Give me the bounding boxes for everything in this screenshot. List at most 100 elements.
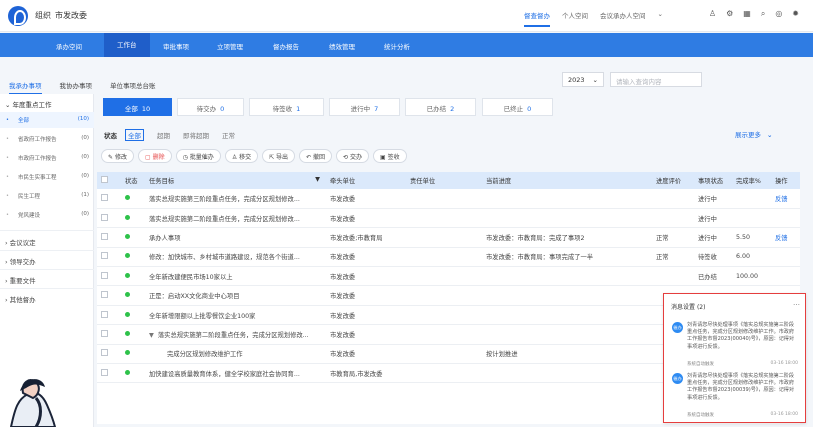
sidebar-section-title[interactable]: ⌄ 年度重点工作 (5, 99, 52, 109)
nav-statistics[interactable]: 统计分析 (384, 41, 410, 51)
task-goal[interactable]: 全年新改建便民市场10家以上 (145, 266, 326, 287)
tab-my-undertaking[interactable]: 我承办事项 (9, 80, 42, 95)
search-input[interactable]: 请输入查询内容 (610, 72, 702, 87)
filter-overdue[interactable]: 超期 (157, 130, 170, 141)
chevron-down-icon[interactable]: ⌄ (658, 10, 663, 27)
sidebar-group-documents[interactable]: › 重要文件 (5, 275, 36, 285)
search-icon[interactable]: ⌕ (761, 9, 765, 19)
export-button[interactable]: ⇱ 导出 (262, 149, 296, 163)
batch-urge-button[interactable]: ◷ 批量催办 (175, 149, 221, 163)
task-goal[interactable]: ▼ 落实总规实施第二阶段重点任务，完成分区规划修改... (145, 324, 326, 345)
sign-button[interactable]: ▣ 签收 (373, 149, 407, 163)
row-checkbox[interactable] (101, 193, 108, 201)
row-checkbox[interactable] (101, 213, 108, 221)
feedback-link[interactable] (771, 247, 800, 268)
top-link-personal-space[interactable]: 个人空间 (562, 10, 588, 27)
filter-all[interactable]: 全部 (125, 129, 144, 141)
nav-performance[interactable]: 绩效管理 (329, 41, 355, 51)
task-goal[interactable]: 加快建设高质量教育体系，健全学校家庭社会协同育... (145, 363, 326, 384)
top-link-meeting-space[interactable]: 会议承办人空间 (600, 10, 646, 27)
nav-project-management[interactable]: 立项管理 (217, 41, 243, 51)
sidebar-item-people-project[interactable]: • 民生工程 (1) (0, 188, 94, 204)
message-icon[interactable]: ◎ (775, 9, 782, 19)
progress (482, 208, 652, 229)
task-goal[interactable]: 全年新增限额以上批零餐饮企业100家 (145, 305, 326, 326)
row-checkbox[interactable] (101, 349, 108, 357)
nav-approval[interactable]: 审批事项 (163, 41, 189, 51)
table-row[interactable]: 承办人事项 市发改委;市教育局 市发改委：市教育局：完成了事项2 正常 进行中 5.50 反… (97, 227, 800, 248)
top-link-supervision[interactable]: 督查督办 (524, 10, 551, 27)
responsible-unit (406, 189, 482, 209)
table-row[interactable]: 全年新改建便民市场10家以上 市发改委 已办结 100.00 (97, 266, 800, 287)
table-row[interactable]: 落实总规实施第三阶段重点任务，完成分区规划修改... 市发改委 进行中 反馈 (97, 189, 800, 209)
task-goal[interactable]: 落实总规实施第三阶段重点任务，完成分区规划修改... (145, 189, 326, 209)
clock-icon: ◷ (182, 154, 188, 161)
assign-button[interactable]: ⟲ 交办 (336, 149, 369, 163)
gear-icon[interactable]: ✹ (792, 9, 799, 19)
edit-button[interactable]: ✎ 修改 (101, 149, 134, 163)
grid-icon[interactable]: ▦ (743, 9, 751, 19)
row-checkbox[interactable] (101, 232, 108, 240)
sidebar-group-meeting[interactable]: › 会议议定 (5, 237, 36, 247)
row-checkbox[interactable] (101, 310, 108, 318)
status-card-pending-assign[interactable]: 待交办 0 (177, 98, 244, 116)
task-goal[interactable]: 落实总规实施第二阶段重点任务，完成分区规划修改... (145, 208, 326, 229)
nav-undertaking-space[interactable]: 承办空间 (56, 41, 82, 51)
task-goal[interactable]: 正是：启动XX文化商业中心项目 (145, 285, 326, 306)
row-checkbox[interactable] (101, 252, 108, 260)
sidebar-item-provincial-report[interactable]: • 省政府工作报告 (0) (0, 131, 94, 147)
show-more-button[interactable]: 展示更多 ⌄ (735, 129, 772, 139)
feedback-link[interactable]: 反馈 (771, 227, 800, 248)
sidebar-item-livelihood-project[interactable]: • 市民生实事工程 (0) (0, 169, 94, 185)
header-select-all[interactable] (97, 172, 121, 189)
tab-unit-ledger[interactable]: 单位事项总台账 (110, 80, 156, 95)
row-checkbox[interactable] (101, 368, 108, 376)
responsible-unit (406, 305, 482, 326)
feedback-link[interactable] (771, 208, 800, 229)
filter-near-overdue[interactable]: 即将超期 (183, 130, 209, 141)
row-checkbox[interactable] (101, 271, 108, 279)
task-goal[interactable]: 完成分区规划修改维护工作 (145, 344, 326, 365)
row-checkbox[interactable] (101, 291, 108, 299)
year-select[interactable]: 2023 ⌄ (562, 72, 604, 87)
filter-normal[interactable]: 正常 (222, 130, 235, 141)
nav-report[interactable]: 督办报告 (273, 41, 299, 51)
task-goal[interactable]: 修改：加快城市、乡村城市道路建设，规范各个街道... (145, 247, 326, 268)
sidebar-item-party-building[interactable]: • 党风建设 (0) (0, 207, 94, 223)
status-card-completed[interactable]: 已办结 2 (405, 98, 476, 116)
more-options-icon[interactable]: … (793, 299, 800, 307)
status-card-terminated[interactable]: 已终止 0 (482, 98, 553, 116)
settings-icon[interactable]: ⚙ (726, 9, 733, 19)
notification-date: 03-16 18:00 (770, 412, 798, 417)
sidebar-item-all[interactable]: • 全部 (10) (0, 112, 94, 128)
feedback-link[interactable] (771, 266, 800, 287)
table-row[interactable]: 修改：加快城市、乡村城市道路建设，规范各个街道... 市发改委 市发改委：市教育局：… (97, 247, 800, 268)
sidebar-item-city-report[interactable]: • 市政府工作报告 (0) (0, 150, 94, 166)
transfer-button[interactable]: ♙ 移交 (224, 149, 259, 163)
feedback-link[interactable]: 反馈 (771, 189, 800, 209)
user-icon[interactable]: ♙ (709, 9, 716, 19)
header-task-goal[interactable]: 任务目标 ▼ (145, 172, 326, 189)
task-goal[interactable]: 承办人事项 (145, 227, 326, 248)
status-dot (125, 253, 130, 259)
status-card-pending-sign[interactable]: 待签收 1 (249, 98, 324, 116)
urge-icon: 催办 (672, 373, 683, 384)
notification-item[interactable]: 催办 刘青请您尽快处理事项《落实总规实施第二阶段重点任务，完成分区规划修改维护工… (672, 373, 798, 421)
withdraw-button[interactable]: ↶ 撤回 (299, 149, 333, 163)
completion-rate (732, 208, 771, 229)
status-card-all[interactable]: 全部 10 (103, 98, 172, 116)
sidebar-group-leadership[interactable]: › 领导交办 (5, 256, 36, 266)
delete-button[interactable]: ▢ 删除 (137, 149, 172, 163)
select-all-checkbox[interactable] (101, 176, 108, 183)
sidebar-group-other[interactable]: › 其他督办 (5, 294, 36, 304)
nav-workbench[interactable]: 工作台 (104, 33, 150, 57)
row-checkbox[interactable] (101, 329, 108, 337)
status-dot (125, 350, 130, 356)
table-row[interactable]: 落实总规实施第二阶段重点任务，完成分区规划修改... 市发改委 进行中 (97, 208, 800, 229)
notification-item[interactable]: 催办 刘青请您尽快处理事项《落实总规实施第三阶段重点任务，完成分区规划修改维护工… (672, 322, 798, 370)
tab-my-assisting[interactable]: 我协办事项 (60, 80, 93, 95)
item-state: 待签收 (694, 247, 732, 268)
expand-icon[interactable]: ▼ (149, 332, 154, 339)
filter-icon[interactable]: ▼ (315, 176, 320, 183)
status-card-in-progress[interactable]: 进行中 7 (329, 98, 400, 116)
